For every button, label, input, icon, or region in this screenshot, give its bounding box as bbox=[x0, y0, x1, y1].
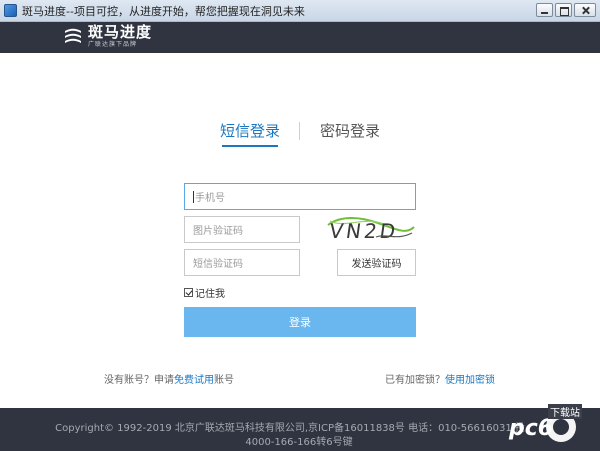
app-icon bbox=[4, 4, 17, 17]
remember-me-checkbox[interactable] bbox=[184, 288, 193, 297]
window-controls bbox=[536, 3, 596, 17]
send-code-button[interactable]: 发送验证码 bbox=[337, 249, 416, 276]
maximize-button[interactable] bbox=[555, 3, 572, 17]
zebra-logo-icon bbox=[65, 28, 81, 43]
captcha-image[interactable]: VN2D bbox=[326, 213, 416, 243]
logo-name: 斑马进度 bbox=[88, 23, 153, 41]
close-button[interactable] bbox=[574, 3, 596, 17]
free-trial-link[interactable]: 免费试用 bbox=[174, 375, 214, 386]
tab-divider bbox=[299, 122, 300, 140]
remember-me-label: 记住我 bbox=[195, 289, 225, 300]
window-title: 斑马进度--项目可控，从进度开始，帮您把握现在洞见未来 bbox=[22, 4, 305, 18]
remember-me[interactable]: 记住我 bbox=[184, 285, 225, 300]
phone-input[interactable]: 手机号 bbox=[184, 183, 416, 210]
free-trial-suffix: 账号 bbox=[214, 375, 234, 386]
watermark-label: 下载站 bbox=[548, 404, 582, 419]
captcha-text: VN2D bbox=[328, 219, 400, 243]
watermark-site: pc6 bbox=[508, 416, 553, 441]
window-titlebar[interactable]: 斑马进度--项目可控，从进度开始，帮您把握现在洞见未来 bbox=[0, 0, 600, 22]
dongle-prompt: 已有加密锁？使用加密锁 bbox=[385, 371, 495, 386]
sms-code-placeholder: 短信验证码 bbox=[193, 259, 243, 270]
dongle-prefix: 已有加密锁？ bbox=[385, 375, 445, 386]
logo: 斑马进度 广联达旗下品牌 bbox=[62, 25, 152, 48]
app-header: 斑马进度 广联达旗下品牌 bbox=[0, 22, 600, 53]
phone-placeholder: 手机号 bbox=[195, 193, 225, 204]
minimize-button[interactable] bbox=[536, 3, 553, 17]
sms-code-input[interactable]: 短信验证码 bbox=[184, 249, 300, 276]
login-button[interactable]: 登录 bbox=[184, 307, 416, 337]
tab-sms-login[interactable]: 短信登录 bbox=[220, 120, 280, 141]
image-code-input[interactable]: 图片验证码 bbox=[184, 216, 300, 243]
tab-password-login[interactable]: 密码登录 bbox=[320, 120, 380, 141]
logo-slogan: 广联达旗下品牌 bbox=[88, 41, 138, 48]
login-tabs: 短信登录 密码登录 bbox=[0, 120, 600, 150]
free-trial-prefix: 没有账号？申请 bbox=[104, 375, 174, 386]
use-dongle-link[interactable]: 使用加密锁 bbox=[445, 375, 495, 386]
text-caret bbox=[193, 190, 194, 203]
active-tab-indicator bbox=[222, 145, 278, 147]
free-trial-prompt: 没有账号？申请免费试用账号 bbox=[104, 371, 234, 386]
copyright-text: Copyright© 1992-2019 北京广联达斑马科技有限公司,京ICP备… bbox=[55, 423, 525, 434]
image-code-placeholder: 图片验证码 bbox=[193, 226, 243, 237]
